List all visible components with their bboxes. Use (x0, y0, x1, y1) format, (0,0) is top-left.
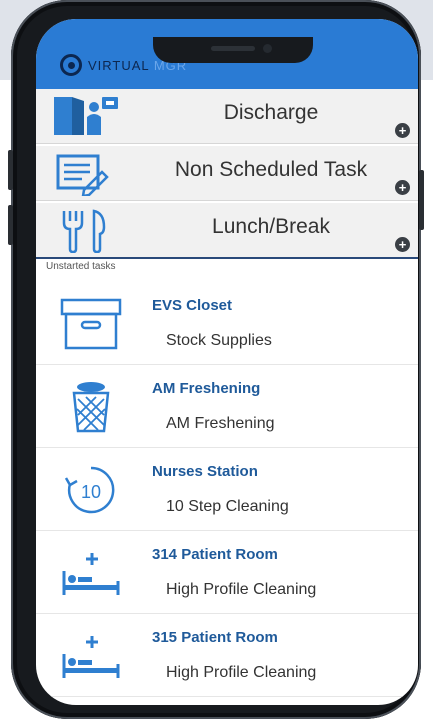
task-title: Nurses Station (152, 463, 258, 480)
task-item[interactable]: 10 Nurses Station 10 Step Cleaning (36, 448, 418, 531)
quick-actions: Discharge + Non Scheduled Task + Lunch/B… (36, 89, 418, 260)
task-item[interactable]: 315 Patient Room High Profile Cleaning (36, 614, 418, 697)
phone-frame: VIRTUAL MGR Discharge + Non Scheduled Ta… (8, 0, 424, 719)
task-subtitle: AM Freshening (166, 415, 275, 432)
trash-bin-icon (72, 382, 110, 433)
speaker-grille (211, 46, 255, 51)
non-scheduled-task-label: Non Scheduled Task (174, 158, 368, 181)
discharge-label: Discharge (223, 101, 319, 124)
ten-step-icon: 10 (64, 466, 115, 514)
box-icon (60, 298, 122, 350)
section-divider (36, 257, 418, 259)
task-subtitle: High Profile Cleaning (166, 664, 317, 681)
task-item[interactable]: AM Freshening AM Freshening (36, 365, 418, 448)
task-title: 315 Patient Room (152, 629, 278, 646)
non-scheduled-task-button[interactable]: Non Scheduled Task + (36, 146, 418, 201)
task-subtitle: 10 Step Cleaning (166, 498, 289, 515)
add-icon[interactable]: + (395, 123, 410, 138)
add-icon[interactable]: + (395, 237, 410, 252)
phone-notch (153, 37, 313, 63)
svg-text:10: 10 (81, 482, 101, 502)
task-item[interactable]: 314 Patient Room High Profile Cleaning (36, 531, 418, 614)
hospital-bed-icon (62, 636, 120, 678)
hospital-bed-icon (62, 553, 120, 595)
lunch-icon (62, 209, 106, 253)
discharge-button[interactable]: Discharge + (36, 89, 418, 144)
app-screen: VIRTUAL MGR Discharge + Non Scheduled Ta… (36, 19, 418, 705)
non-scheduled-task-icon (56, 154, 109, 196)
lunch-break-button[interactable]: Lunch/Break + (36, 203, 418, 258)
camera-dot (263, 44, 272, 53)
power-button (419, 170, 424, 230)
task-subtitle: High Profile Cleaning (166, 581, 317, 598)
task-title: AM Freshening (152, 380, 261, 397)
volume-button (8, 205, 13, 245)
task-list: EVS Closet Stock Supplies AM Freshening … (36, 282, 418, 697)
task-title: EVS Closet (152, 297, 233, 314)
lunch-break-label: Lunch/Break (212, 215, 330, 238)
task-subtitle: Stock Supplies (166, 332, 272, 349)
discharge-icon (54, 97, 118, 135)
volume-button (8, 150, 13, 190)
logo-icon (60, 54, 82, 76)
task-item[interactable]: EVS Closet Stock Supplies (36, 282, 418, 365)
task-title: 314 Patient Room (152, 546, 278, 563)
add-icon[interactable]: + (395, 180, 410, 195)
section-title: Unstarted tasks (46, 261, 116, 272)
